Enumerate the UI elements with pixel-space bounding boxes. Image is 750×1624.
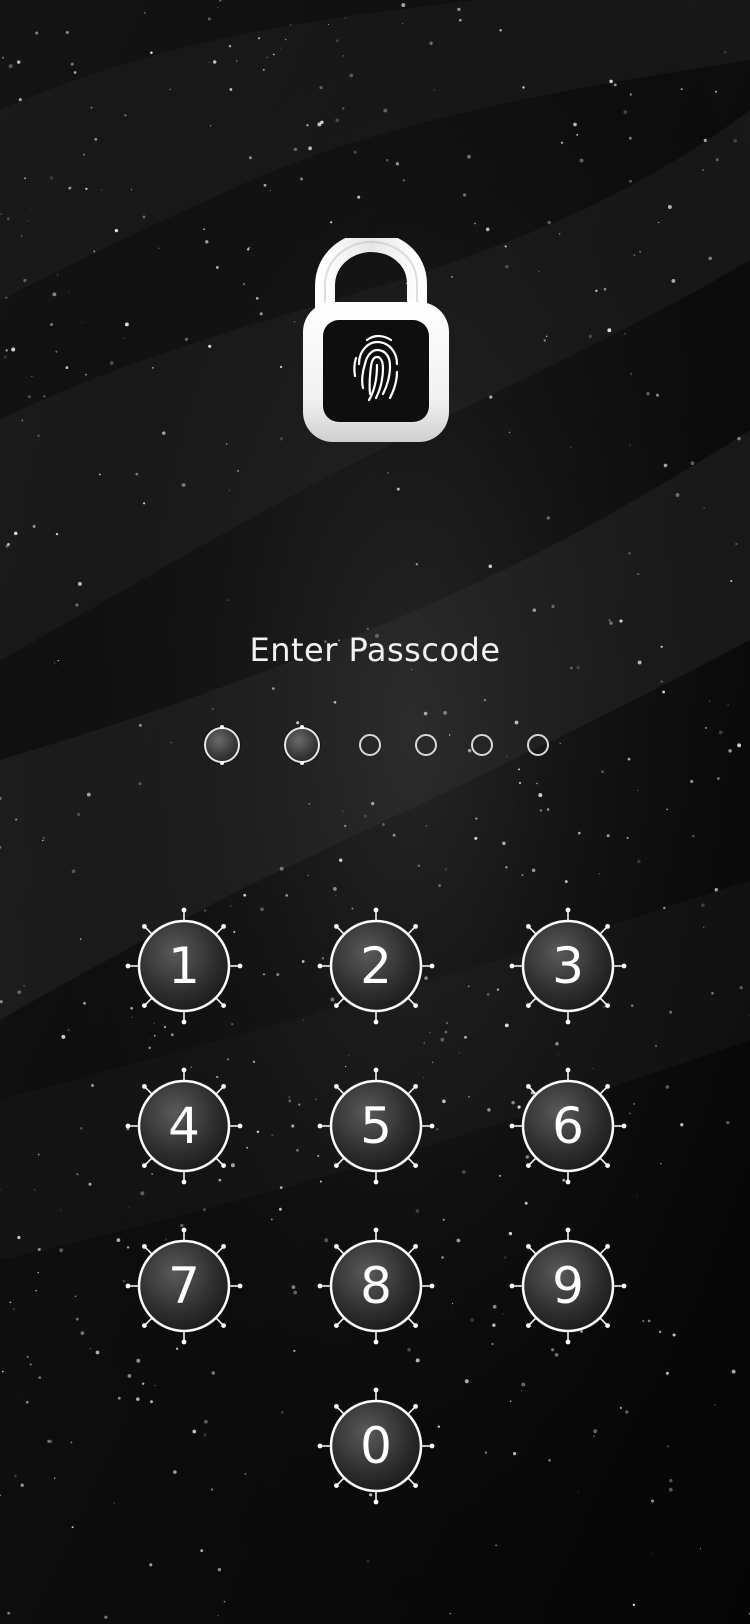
key-digit: 5: [360, 1097, 392, 1155]
key-4[interactable]: 4: [124, 1066, 244, 1186]
key-digit: 6: [552, 1097, 584, 1155]
key-digit: 7: [168, 1257, 200, 1315]
passcode-dot-empty: [527, 734, 549, 756]
key-digit: 1: [168, 937, 200, 995]
key-digit: 4: [168, 1097, 200, 1155]
passcode-dot-filled: [284, 725, 320, 765]
key-digit: 2: [360, 937, 392, 995]
key-3[interactable]: 3: [508, 906, 628, 1026]
key-1[interactable]: 1: [124, 906, 244, 1026]
key-digit: 3: [552, 937, 584, 995]
key-5[interactable]: 5: [316, 1066, 436, 1186]
key-8[interactable]: 8: [316, 1226, 436, 1346]
key-digit: 9: [552, 1257, 584, 1315]
key-digit: 0: [360, 1417, 392, 1475]
passcode-dot-empty: [415, 734, 437, 756]
key-digit: 8: [360, 1257, 392, 1315]
key-6[interactable]: 6: [508, 1066, 628, 1186]
key-7[interactable]: 7: [124, 1226, 244, 1346]
page-title: Enter Passcode: [249, 631, 501, 669]
key-9[interactable]: 9: [508, 1226, 628, 1346]
passcode-dot-filled: [204, 725, 240, 765]
fingerprint-lock-icon: [303, 238, 449, 442]
key-2[interactable]: 2: [316, 906, 436, 1026]
passcode-dot-empty: [359, 734, 381, 756]
passcode-dot-empty: [471, 734, 493, 756]
key-0[interactable]: 0: [316, 1386, 436, 1506]
